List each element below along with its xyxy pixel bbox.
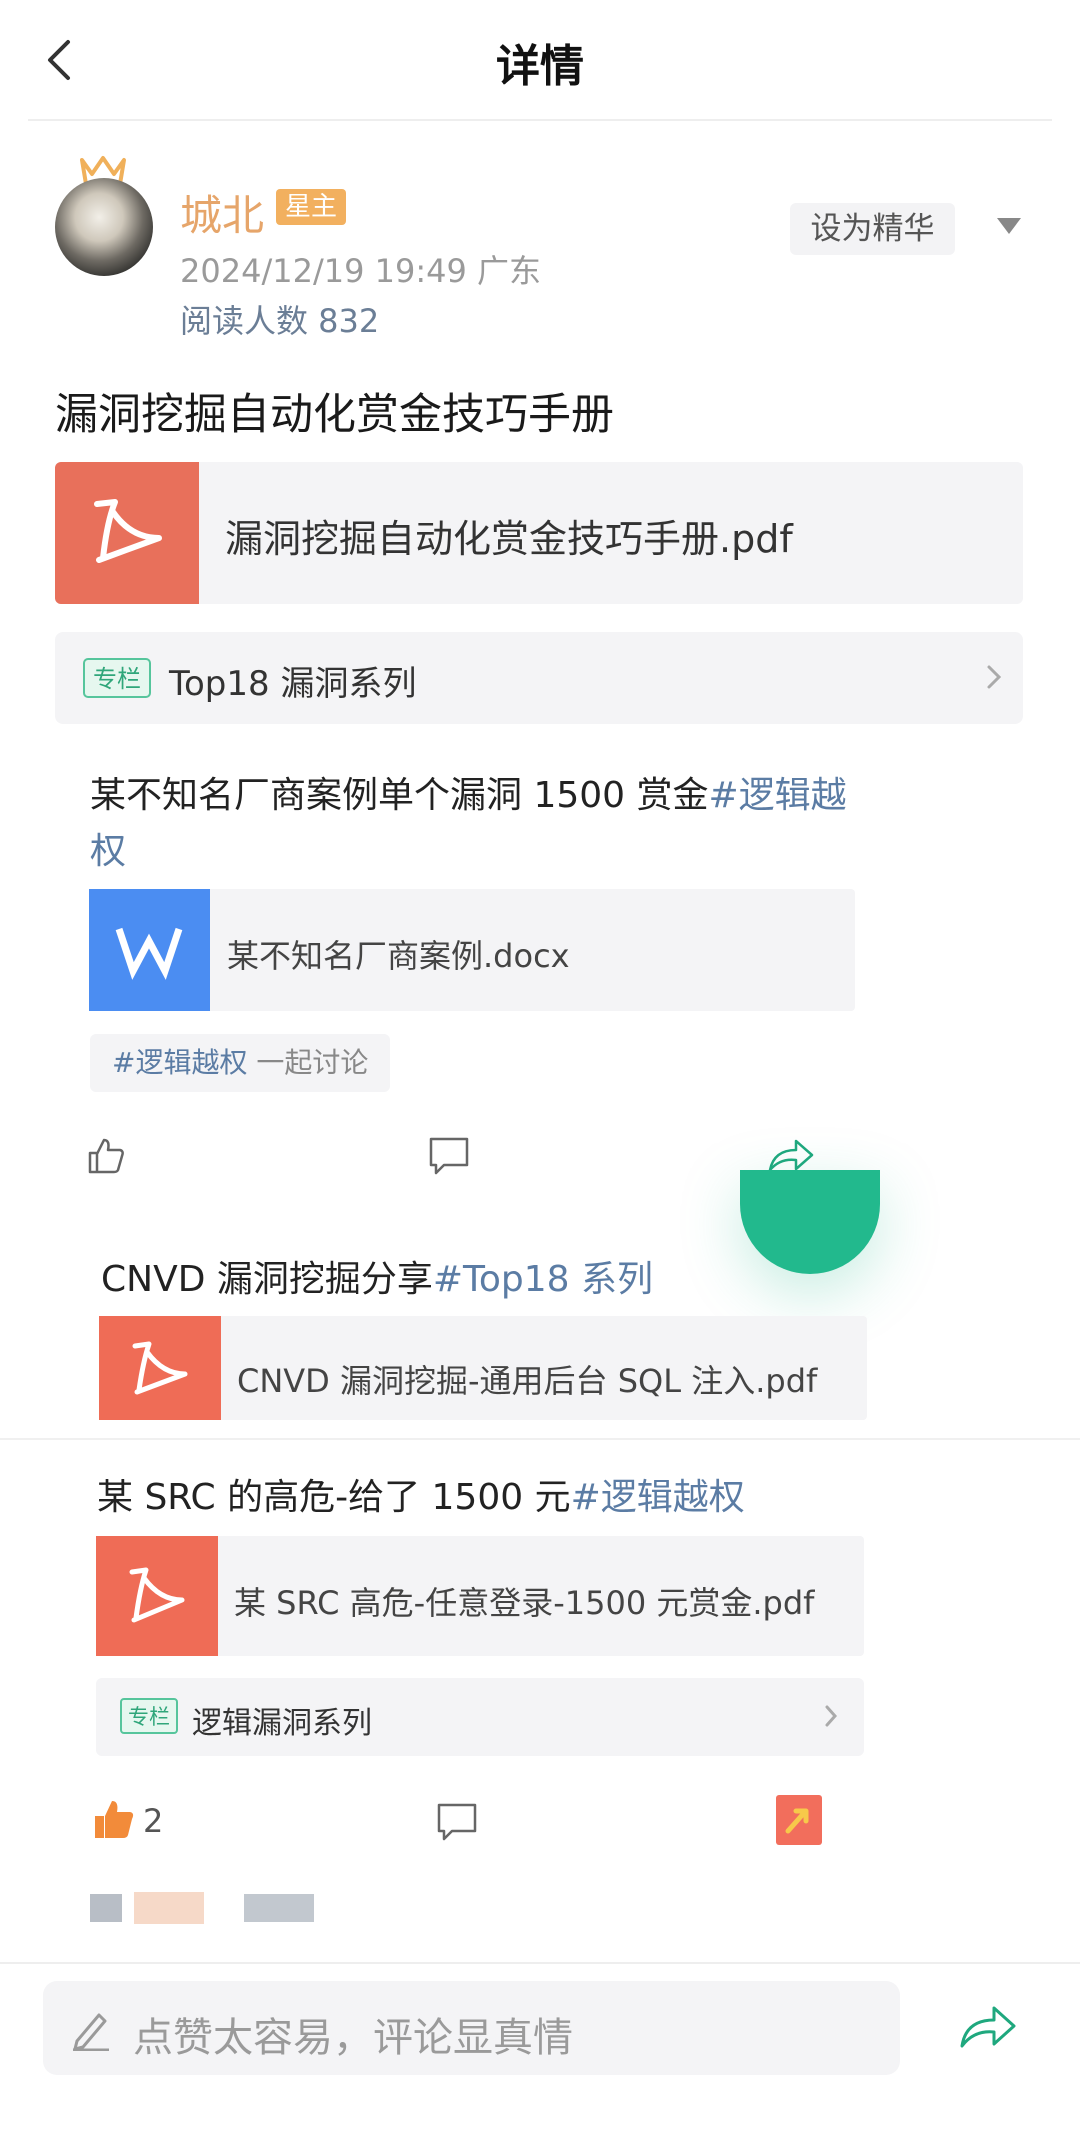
liked-users-blurred: [90, 1892, 314, 1924]
thumbs-up-icon: [88, 1138, 124, 1174]
embedded-attachment-2: CNVD 漏洞挖掘-通用后台 SQL 注入.pdf: [99, 1316, 867, 1420]
column-label: Top18 漏洞系列: [169, 664, 417, 704]
chevron-right-icon: [987, 665, 1002, 689]
embedded-post-3-text: 某 SRC 的高危-给了 1500 元#逻辑越权: [97, 1477, 745, 1518]
comment-placeholder: 点赞太容易，评论显真情: [133, 2015, 573, 2061]
post-title: 漏洞挖掘自动化赏金技巧手册: [55, 390, 614, 440]
chevron-right-icon: [825, 1705, 838, 1727]
read-count: 阅读人数 832: [180, 302, 380, 340]
embedded-post-1-tag: #逻辑越: [708, 775, 847, 816]
embedded-post-1-text: 某不知名厂商案例单个漏洞 1500 赏金#逻辑越 权: [90, 775, 847, 872]
attachment-file-name: 漏洞挖掘自动化赏金技巧手册.pdf: [225, 517, 793, 561]
embedded-column-label: 逻辑漏洞系列: [192, 1706, 372, 1741]
embedded-post-3-tag: #逻辑越权: [570, 1477, 745, 1518]
word-icon: [89, 889, 210, 1011]
section-divider: [0, 1438, 1080, 1440]
embedded-file-name-3: 某 SRC 高危-任意登录-1500 元赏金.pdf: [234, 1584, 815, 1622]
embedded-file-name-2: CNVD 漏洞挖掘-通用后台 SQL 注入.pdf: [237, 1362, 818, 1400]
column-link[interactable]: 专栏 Top18 漏洞系列: [55, 632, 1023, 724]
pdf-icon: [55, 462, 199, 604]
thumbs-up-filled-icon[interactable]: [92, 1798, 136, 1840]
pencil-icon: [73, 2013, 109, 2051]
header-divider: [28, 119, 1052, 121]
page-title: 详情: [496, 41, 584, 92]
column-tag: 专栏: [83, 658, 151, 698]
dropdown-triangle-icon[interactable]: [997, 218, 1021, 234]
comment-icon[interactable]: [436, 1802, 478, 1842]
pdf-icon: [96, 1536, 218, 1656]
pdf-icon: [99, 1316, 221, 1420]
embedded-column-link: 专栏 逻辑漏洞系列: [96, 1678, 864, 1756]
attachment-card[interactable]: 漏洞挖掘自动化赏金技巧手册.pdf: [55, 462, 1023, 604]
owner-badge: 星主: [276, 189, 346, 225]
bottom-divider: [0, 1962, 1080, 1964]
share-icon[interactable]: [958, 2002, 1018, 2052]
embedded-attachment-1: 某不知名厂商案例.docx: [89, 889, 855, 1011]
floating-action-button: [740, 1170, 880, 1274]
header-bar: 详情: [0, 0, 1080, 121]
avatar[interactable]: [55, 178, 153, 276]
post-time-location: 2024/12/19 19:49 广东: [180, 252, 542, 290]
comment-icon: [429, 1137, 469, 1175]
embedded-post-2-tag: #Top18 系列: [432, 1259, 654, 1300]
column-tag: 专栏: [120, 1698, 178, 1734]
author-name[interactable]: 城北: [180, 182, 264, 243]
share-card-icon[interactable]: [776, 1795, 822, 1845]
discuss-tag-chip: #逻辑越权 一起讨论: [90, 1034, 390, 1092]
set-essence-button[interactable]: 设为精华: [790, 203, 955, 255]
like-count: 2: [143, 1802, 164, 1840]
embedded-post-2-text: CNVD 漏洞挖掘分享#Top18 系列: [101, 1259, 654, 1300]
embedded-file-name-1: 某不知名厂商案例.docx: [227, 937, 570, 975]
comment-input[interactable]: 点赞太容易，评论显真情: [43, 1981, 900, 2075]
embedded-attachment-3: 某 SRC 高危-任意登录-1500 元赏金.pdf: [96, 1536, 864, 1656]
